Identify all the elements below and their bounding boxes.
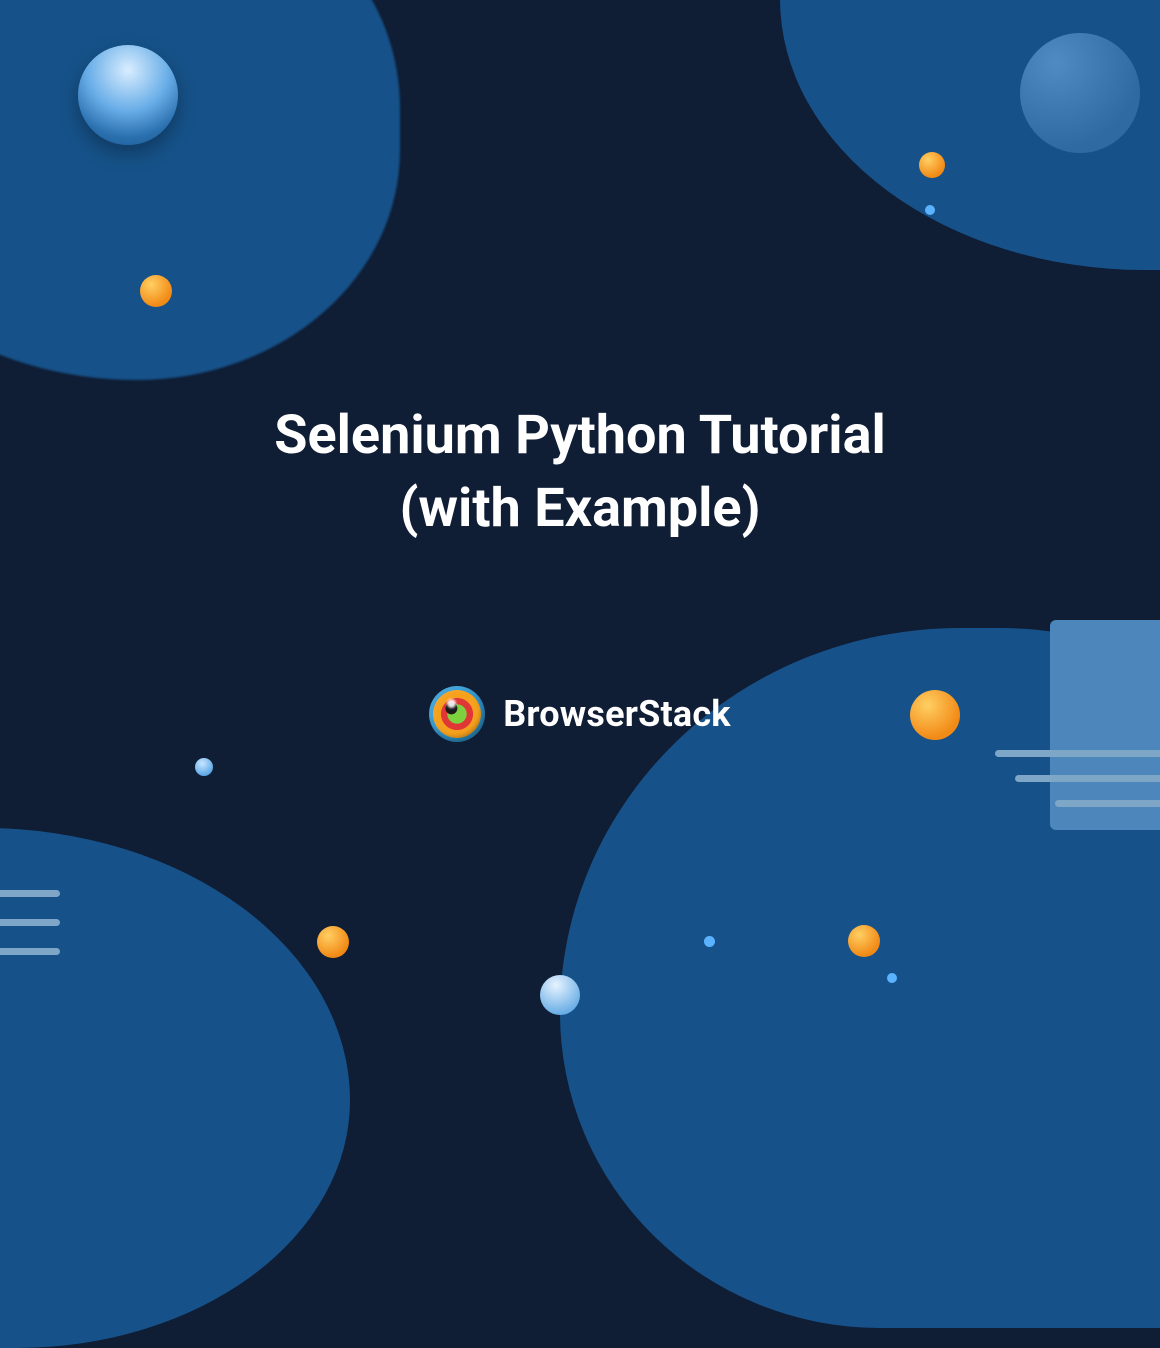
decorative-circle-top-right	[1020, 33, 1140, 153]
decorative-dot-blue-tiny	[887, 973, 897, 983]
page-title: Selenium Python Tutorial (with Example)	[0, 400, 1160, 546]
title-line-2: (with Example)	[0, 473, 1160, 546]
decorative-dot-blue	[195, 758, 213, 776]
decorative-dot-blue-tiny	[704, 936, 715, 947]
decorative-dot-orange	[848, 925, 880, 957]
background-blob-top-left	[0, 0, 400, 380]
browserstack-logo-icon	[429, 686, 485, 742]
brand-row: BrowserStack	[0, 686, 1160, 742]
decorative-lines-right	[975, 750, 1160, 807]
brand-name: BrowserStack	[503, 693, 731, 735]
decorative-lines-left	[0, 890, 70, 955]
decorative-circle-large-blue	[78, 45, 178, 145]
decorative-dot-blue-tiny	[925, 205, 935, 215]
decorative-dot-orange	[140, 275, 172, 307]
decorative-dot-orange	[317, 926, 349, 958]
title-line-1: Selenium Python Tutorial	[0, 400, 1160, 473]
decorative-dot-blue-gradient	[540, 975, 580, 1015]
decorative-dot-orange	[919, 152, 945, 178]
